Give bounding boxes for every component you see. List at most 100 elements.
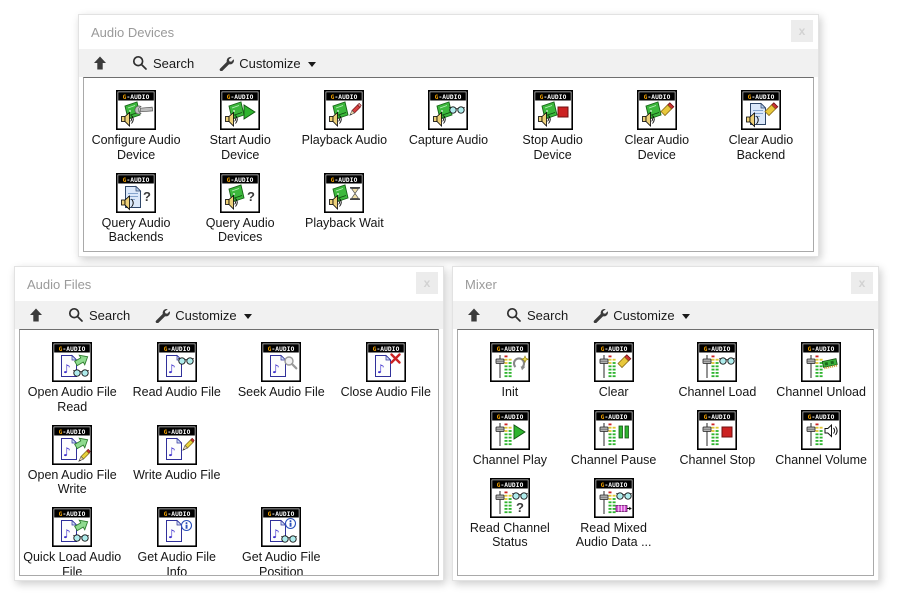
toolbar: Search Customize <box>453 301 878 329</box>
palette-item-channel-pause[interactable]: G-AUDIOChannel Pause <box>562 410 666 468</box>
customize-button[interactable]: Customize <box>592 307 689 323</box>
svg-text:G-AUDIO: G-AUDIO <box>496 346 523 353</box>
palette-item-query-audio-backends[interactable]: G-AUDIO Query Audio Backends <box>84 173 188 246</box>
svg-text:G-AUDIO: G-AUDIO <box>808 346 835 353</box>
item-label: Read Mixed Audio Data ... <box>566 521 662 551</box>
palette-item-playback-wait[interactable]: G-AUDIOPlayback Wait <box>292 173 396 246</box>
window-mixer: Mixer x Search Customize G-AUDIOInitG-AU… <box>452 266 879 581</box>
search-icon <box>132 55 148 71</box>
svg-text:G-AUDIO: G-AUDIO <box>704 346 731 353</box>
svg-text:G-AUDIO: G-AUDIO <box>496 414 523 421</box>
item-label: Open Audio File Read <box>22 385 122 415</box>
window-title: Audio Files <box>27 277 91 292</box>
item-label: Clear Audio Backend <box>716 133 806 163</box>
palette-item-playback-audio[interactable]: G-AUDIOPlayback Audio <box>292 90 396 163</box>
palette-item-clear-audio-backend[interactable]: G-AUDIO Clear Audio Backend <box>709 90 813 163</box>
search-icon <box>68 307 84 323</box>
chevron-down-icon <box>682 314 690 319</box>
palette-item-capture-audio[interactable]: G-AUDIOCapture Audio <box>396 90 500 163</box>
vi-icon: G-AUDIO <box>52 425 92 465</box>
search-button[interactable]: Search <box>68 307 130 323</box>
svg-text:G-AUDIO: G-AUDIO <box>600 346 627 353</box>
palette-item-clear-audio-device[interactable]: G-AUDIOClear Audio Device <box>605 90 709 163</box>
palette-item-write-audio-file[interactable]: G-AUDIOWrite Audio File <box>125 425 230 498</box>
palette-item-open-audio-file-read[interactable]: G-AUDIO Open Audio File Read <box>20 342 125 415</box>
palette-item-init[interactable]: G-AUDIOInit <box>458 342 562 400</box>
palette-item-read-mixed-audio-data[interactable]: G-AUDIO Read Mixed Audio Data ... <box>562 478 666 551</box>
svg-text:G-AUDIO: G-AUDIO <box>123 94 150 101</box>
palette-item-close-audio-file[interactable]: G-AUDIOClose Audio File <box>334 342 439 415</box>
close-icon: x <box>799 25 806 37</box>
window-audio-files: Audio Files x Search Customize G-AUDIOOp… <box>14 266 444 581</box>
palette-item-channel-volume[interactable]: G-AUDIOChannel Volume <box>769 410 873 468</box>
svg-text:G-AUDIO: G-AUDIO <box>704 414 731 421</box>
toolbar: Search Customize <box>79 49 818 77</box>
svg-text:G-AUDIO: G-AUDIO <box>163 346 190 353</box>
palette-item-get-audio-file-info[interactable]: G-AUDIOGet Audio File Info <box>125 507 230 576</box>
up-button[interactable] <box>92 55 108 71</box>
palette-item-read-channel-status[interactable]: G-AUDIORead Channel Status <box>458 478 562 551</box>
palette-item-configure-audio-device[interactable]: G-AUDIOConfigure Audio Device <box>84 90 188 163</box>
svg-text:G-AUDIO: G-AUDIO <box>600 481 627 488</box>
palette-item-start-audio-device[interactable]: G-AUDIOStart Audio Device <box>188 90 292 163</box>
palette-item-open-audio-file-write[interactable]: G-AUDIOOpen Audio File Write <box>20 425 125 498</box>
close-button[interactable]: x <box>851 272 873 294</box>
palette-item-clear[interactable]: G-AUDIO Clear <box>562 342 666 400</box>
svg-text:G-AUDIO: G-AUDIO <box>227 94 254 101</box>
palette-content: G-AUDIOConfigure Audio DeviceG-AUDIOStar… <box>83 77 814 252</box>
search-button[interactable]: Search <box>132 55 194 71</box>
vi-icon: G-AUDIO <box>490 410 530 450</box>
up-arrow-icon <box>28 307 44 323</box>
vi-icon: G-AUDIO <box>637 90 677 130</box>
palette-item-quick-load-audio-file[interactable]: G-AUDIOQuick Load Audio File <box>20 507 125 576</box>
item-label: Query Audio Devices <box>195 216 285 246</box>
item-label: Clear <box>599 385 629 400</box>
vi-icon: G-AUDIO <box>490 478 530 518</box>
svg-text:G-AUDIO: G-AUDIO <box>163 428 190 435</box>
vi-icon: G-AUDIO <box>594 478 634 518</box>
vi-icon: G-AUDIO <box>220 90 260 130</box>
svg-text:G-AUDIO: G-AUDIO <box>268 346 295 353</box>
wrench-icon <box>592 307 608 323</box>
item-label: Query Audio Backends <box>91 216 181 246</box>
vi-icon: G-AUDIO <box>52 507 92 547</box>
up-button[interactable] <box>28 307 44 323</box>
customize-label: Customize <box>175 308 236 323</box>
desktop: Audio Devices x Search Customize G-AUDIO… <box>0 0 897 598</box>
svg-text:G-AUDIO: G-AUDIO <box>163 511 190 518</box>
palette-item-read-audio-file[interactable]: G-AUDIORead Audio File <box>125 342 230 415</box>
up-button[interactable] <box>466 307 482 323</box>
palette-item-channel-play[interactable]: G-AUDIO Channel Play <box>458 410 562 468</box>
palette-row: G-AUDIO Query Audio BackendsG-AUDIOQuery … <box>84 173 813 253</box>
close-button[interactable]: x <box>791 20 813 42</box>
vi-icon: G-AUDIO <box>157 342 197 382</box>
titlebar[interactable]: Mixer x <box>453 267 878 301</box>
customize-button[interactable]: Customize <box>154 307 251 323</box>
search-button[interactable]: Search <box>506 307 568 323</box>
close-button[interactable]: x <box>416 272 438 294</box>
svg-text:G-AUDIO: G-AUDIO <box>123 176 150 183</box>
wrench-icon <box>154 307 170 323</box>
customize-button[interactable]: Customize <box>218 55 315 71</box>
chevron-down-icon <box>244 314 252 319</box>
titlebar[interactable]: Audio Files x <box>15 267 443 301</box>
palette-item-stop-audio-device[interactable]: G-AUDIOStop Audio Device <box>501 90 605 163</box>
window-audio-devices: Audio Devices x Search Customize G-AUDIO… <box>78 14 819 257</box>
svg-text:G-AUDIO: G-AUDIO <box>600 414 627 421</box>
palette-row: G-AUDIO Open Audio File ReadG-AUDIORead A… <box>20 342 438 425</box>
vi-icon: G-AUDIO <box>116 173 156 213</box>
palette-item-seek-audio-file[interactable]: G-AUDIOSeek Audio File <box>229 342 334 415</box>
palette-item-query-audio-devices[interactable]: G-AUDIOQuery Audio Devices <box>188 173 292 246</box>
svg-text:G-AUDIO: G-AUDIO <box>748 94 775 101</box>
item-label: Clear Audio Device <box>612 133 702 163</box>
vi-icon: G-AUDIO <box>697 342 737 382</box>
svg-text:G-AUDIO: G-AUDIO <box>59 346 86 353</box>
palette-item-channel-stop[interactable]: G-AUDIOChannel Stop <box>666 410 770 468</box>
titlebar[interactable]: Audio Devices x <box>79 15 818 49</box>
item-label: Channel Play <box>473 453 547 468</box>
palette-item-channel-load[interactable]: G-AUDIOChannel Load <box>666 342 770 400</box>
vi-icon: G-AUDIO <box>261 507 301 547</box>
palette-item-channel-unload[interactable]: G-AUDIOChannel Unload <box>769 342 873 400</box>
palette-item-get-audio-file-position[interactable]: G-AUDIOGet Audio File Position <box>229 507 334 576</box>
palette-content: G-AUDIOInitG-AUDIOClearG-AUDIOChannel Lo… <box>457 329 874 576</box>
